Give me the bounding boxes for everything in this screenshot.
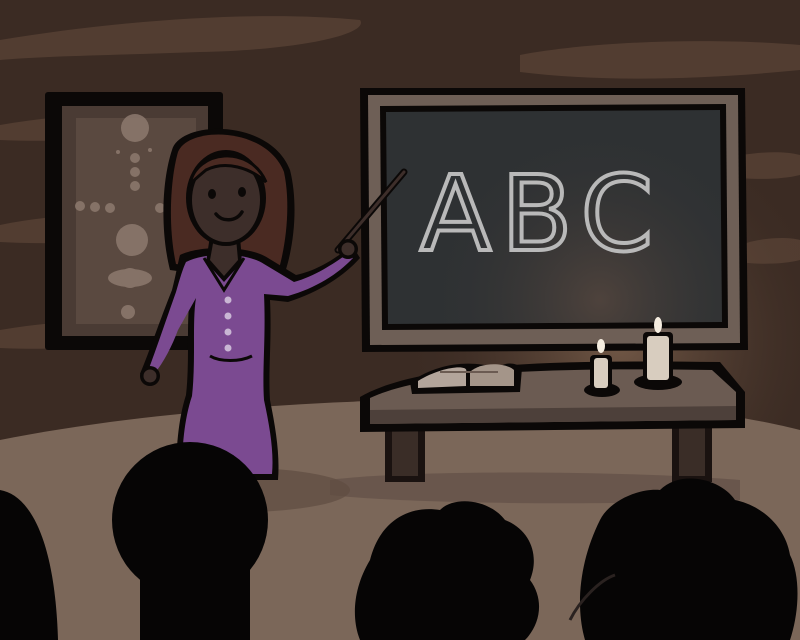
classroom-illustration: ABC — [0, 0, 800, 640]
game-scene: ABC — [0, 0, 800, 640]
chalkboard: ABC — [360, 88, 748, 352]
chalkboard-text: ABC — [420, 153, 663, 275]
